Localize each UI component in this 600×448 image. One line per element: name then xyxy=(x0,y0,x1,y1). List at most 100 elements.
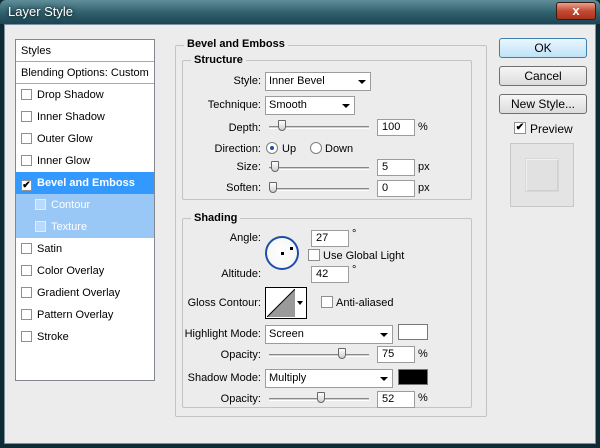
styles-list: Styles Blending Options: Custom Drop Shado… xyxy=(15,39,155,381)
style-checkbox[interactable] xyxy=(21,265,32,276)
depth-slider-thumb[interactable] xyxy=(278,120,287,131)
style-checkbox[interactable] xyxy=(21,331,32,342)
shadow-opacity-input[interactable]: 52 xyxy=(377,391,415,408)
style-item-inner-glow[interactable]: Inner Glow xyxy=(16,150,154,172)
size-slider[interactable] xyxy=(269,161,369,172)
angle-label: Angle: xyxy=(229,232,261,244)
shadow-opacity-slider[interactable] xyxy=(269,392,369,403)
size-label: Size: xyxy=(236,161,261,173)
style-item-contour[interactable]: Contour xyxy=(16,194,154,216)
chevron-down-icon xyxy=(380,377,388,381)
chevron-down-icon xyxy=(297,301,303,305)
shadow-opacity-label: Opacity: xyxy=(220,393,261,405)
preview-swatch xyxy=(525,158,559,192)
shadow-mode-select[interactable]: Multiply xyxy=(265,369,393,388)
style-item-inner-shadow[interactable]: Inner Shadow xyxy=(16,106,154,128)
style-item-label: Texture xyxy=(51,221,88,233)
anti-aliased-checkbox[interactable] xyxy=(321,296,333,308)
direction-up-label: Up xyxy=(282,143,297,155)
style-checkbox[interactable] xyxy=(35,199,46,210)
angle-dial-pointer xyxy=(290,247,293,250)
anti-aliased-label: Anti-aliased xyxy=(336,297,394,309)
style-item-label: Color Overlay xyxy=(37,265,105,277)
style-item-label: Gradient Overlay xyxy=(37,287,121,299)
style-checkbox[interactable]: ✔ xyxy=(21,180,32,191)
highlight-opacity-unit: % xyxy=(418,348,428,360)
gloss-contour-label: Gloss Contour: xyxy=(187,297,261,309)
new-style-button[interactable]: New Style... xyxy=(499,94,587,114)
soften-slider[interactable] xyxy=(269,182,369,193)
style-checkbox[interactable] xyxy=(35,221,46,232)
style-item-label: Stroke xyxy=(37,331,69,343)
global-light-checkbox[interactable] xyxy=(308,249,320,261)
highlight-mode-value: Screen xyxy=(269,328,304,340)
style-checkbox[interactable] xyxy=(21,133,32,144)
style-select[interactable]: Inner Bevel xyxy=(265,72,371,91)
title-bar[interactable]: Layer Style x xyxy=(0,0,600,24)
direction-down-radio[interactable] xyxy=(310,142,322,154)
global-light-label: Use Global Light xyxy=(323,250,405,262)
shadow-mode-label: Shadow Mode: xyxy=(187,372,261,384)
shadow-opacity-unit: % xyxy=(418,392,428,404)
style-item-label: Outer Glow xyxy=(37,133,93,145)
depth-label: Depth: xyxy=(228,122,261,134)
style-checkbox[interactable] xyxy=(21,89,32,100)
style-item-gradient-overlay[interactable]: Gradient Overlay xyxy=(16,282,154,304)
style-item-texture[interactable]: Texture xyxy=(16,216,154,238)
style-item-label: Satin xyxy=(37,243,63,255)
angle-input[interactable]: 27 xyxy=(311,230,349,247)
layer-style-dialog: Styles Blending Options: Custom Drop Shado… xyxy=(4,24,596,444)
close-button[interactable]: x xyxy=(556,2,596,20)
shading-title: Shading xyxy=(191,212,241,224)
cancel-button[interactable]: Cancel xyxy=(499,66,587,86)
style-item-blending-options-custom[interactable]: Blending Options: Custom xyxy=(16,62,154,84)
gloss-contour-icon xyxy=(267,289,295,317)
soften-slider-thumb[interactable] xyxy=(269,182,277,193)
technique-select[interactable]: Smooth xyxy=(265,96,355,115)
style-item-outer-glow[interactable]: Outer Glow xyxy=(16,128,154,150)
highlight-mode-select[interactable]: Screen xyxy=(265,325,393,344)
style-item-color-overlay[interactable]: Color Overlay xyxy=(16,260,154,282)
style-checkbox[interactable] xyxy=(21,309,32,320)
technique-label: Technique: xyxy=(207,99,261,111)
style-item-stroke[interactable]: Stroke xyxy=(16,326,154,348)
style-item-drop-shadow[interactable]: Drop Shadow xyxy=(16,84,154,106)
ok-button[interactable]: OK xyxy=(499,38,587,58)
style-item-pattern-overlay[interactable]: Pattern Overlay xyxy=(16,304,154,326)
angle-dial-center xyxy=(281,252,284,255)
technique-value: Smooth xyxy=(269,99,307,111)
altitude-input[interactable]: 42 xyxy=(311,266,349,283)
styles-header[interactable]: Styles xyxy=(16,40,154,62)
direction-down-label: Down xyxy=(325,143,354,155)
gloss-contour-picker[interactable] xyxy=(265,287,307,319)
style-item-label: Blending Options: Custom xyxy=(21,67,149,79)
depth-input[interactable]: 100 xyxy=(377,119,415,136)
shadow-opacity-slider-thumb[interactable] xyxy=(316,392,325,403)
depth-slider[interactable] xyxy=(269,120,369,131)
style-checkbox[interactable] xyxy=(21,287,32,298)
highlight-opacity-input[interactable]: 75 xyxy=(377,346,415,363)
highlight-color-swatch[interactable] xyxy=(398,324,428,340)
style-checkbox[interactable] xyxy=(21,155,32,166)
size-slider-thumb[interactable] xyxy=(270,161,279,172)
style-item-bevel-and-emboss[interactable]: ✔ Bevel and Emboss xyxy=(16,172,154,194)
style-checkbox[interactable] xyxy=(21,243,32,254)
style-item-label: Inner Shadow xyxy=(37,111,105,123)
style-checkbox[interactable] xyxy=(21,111,32,122)
highlight-opacity-slider[interactable] xyxy=(269,348,369,359)
shadow-mode-value: Multiply xyxy=(269,372,307,384)
style-item-satin[interactable]: Satin xyxy=(16,238,154,260)
shadow-color-swatch[interactable] xyxy=(398,369,428,385)
style-item-label: Contour xyxy=(51,199,91,211)
chevron-down-icon xyxy=(342,104,350,108)
direction-up-radio[interactable] xyxy=(266,142,278,154)
size-input[interactable]: 5 xyxy=(377,159,415,176)
highlight-mode-label: Highlight Mode: xyxy=(184,328,261,340)
soften-input[interactable]: 0 xyxy=(377,180,415,197)
highlight-opacity-slider-thumb[interactable] xyxy=(338,348,346,359)
preview-checkbox[interactable]: ✔ xyxy=(514,122,526,134)
chevron-down-icon xyxy=(380,333,388,337)
highlight-opacity-label: Opacity: xyxy=(220,349,261,361)
style-item-label: Drop Shadow xyxy=(37,89,104,101)
angle-dial[interactable] xyxy=(265,236,299,270)
